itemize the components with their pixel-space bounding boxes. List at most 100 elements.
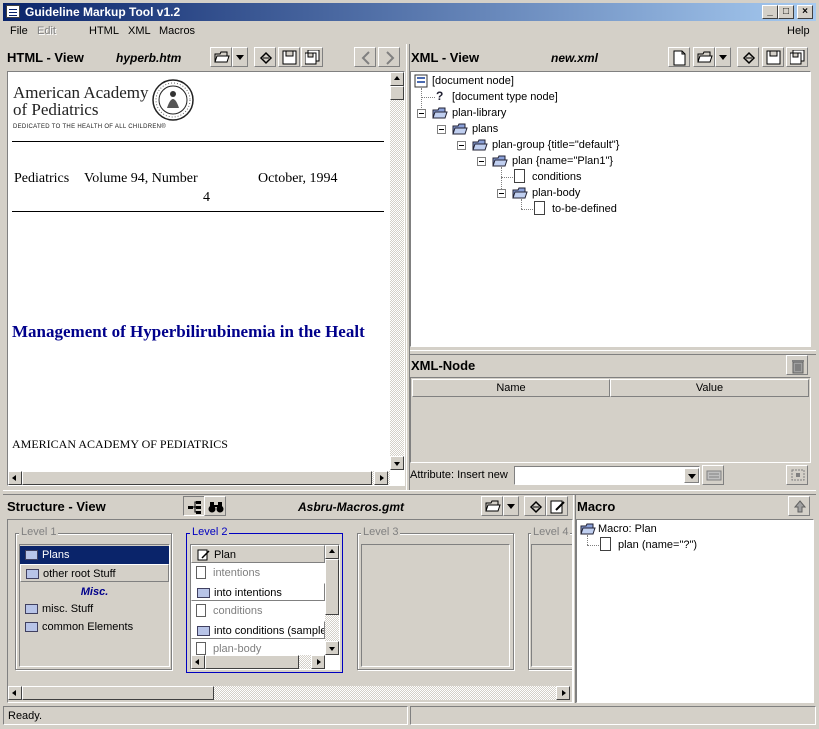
level1-item-misc[interactable]: misc. Stuff [20,600,169,618]
level1-item-common[interactable]: common Elements [20,618,169,636]
xml-open-button[interactable] [693,47,715,67]
title-bar: Guideline Markup Tool v1.2 _ □ × [3,3,816,21]
level1-item-other[interactable]: other root Stuff [20,564,169,582]
logo-text-line2: of Pediatrics [13,100,99,119]
level2-list: Plan intentions into intentions conditio… [190,544,340,670]
tree-conditions[interactable]: conditions [532,171,582,183]
save-as-button[interactable] [301,47,323,67]
tree-plan[interactable]: plan {name="Plan1"} [512,155,613,167]
attribute-dropdown-button[interactable] [684,468,699,483]
macro-root[interactable]: Macro: Plan [598,523,657,535]
column-value[interactable]: Value [610,379,809,397]
expander-plan-body[interactable] [497,189,506,198]
save-button[interactable] [278,47,300,67]
open-folder-icon [697,51,713,63]
tree-structure-icon [188,501,201,514]
tree-document-node[interactable]: [document node] [432,75,514,87]
upload-icon [793,500,807,513]
expander-plan-library[interactable] [417,109,426,118]
document-icon [534,201,545,215]
menu-html[interactable]: HTML [89,25,119,37]
tree-plan-group[interactable]: plan-group {title="default"} [492,139,619,151]
insert-attribute-button[interactable] [702,465,724,485]
minimize-button[interactable]: _ [762,5,778,19]
close-button[interactable]: × [797,5,813,19]
open-button[interactable] [210,47,232,67]
level2-item-into-conditions[interactable]: into conditions (samples [191,621,325,639]
tree-plan-body[interactable]: plan-body [532,187,580,199]
structure-edit-button[interactable] [546,496,568,516]
level2-vscroll-down[interactable] [325,641,339,655]
tree-plan-library[interactable]: plan-library [452,107,506,119]
macro-child[interactable]: plan (name="?") [618,539,697,551]
level2-hscroll-right[interactable] [311,655,325,669]
level2-hscroll-left[interactable] [191,655,205,669]
maximize-button[interactable]: □ [778,5,794,19]
html-hscroll-right[interactable] [374,471,388,485]
back-button[interactable] [354,47,376,67]
level2-item-conditions[interactable]: conditions [191,602,325,620]
menu-help[interactable]: Help [787,25,810,37]
transform-icon [742,51,756,65]
window-title: Guideline Markup Tool v1.2 [25,5,181,19]
menu-macros[interactable]: Macros [159,25,195,37]
document-icon [196,642,206,655]
structure-hscroll-right[interactable] [556,686,570,700]
folder-open-icon [432,107,448,119]
xml-view-title: XML - View [411,50,480,65]
xml-open-dropdown[interactable] [715,47,731,67]
html-vscroll-up[interactable] [390,72,404,86]
structure-view-panel: Structure - View Asbru-Macros.gmt Level … [3,495,573,703]
expander-plans[interactable] [437,125,446,134]
menu-file[interactable]: File [10,25,28,37]
column-name[interactable]: Name [412,379,610,397]
delete-node-button[interactable] [786,355,808,375]
structure-open-button[interactable] [481,496,503,516]
level1-item-plans[interactable]: Plans [20,546,169,564]
chevron-down-icon [507,504,515,509]
xml-save-button[interactable] [762,47,784,67]
menu-edit[interactable]: Edit [37,25,56,37]
level2-vscroll-thumb[interactable] [325,559,339,615]
refresh-button[interactable] [254,47,276,67]
attribute-combobox[interactable] [514,466,700,485]
tree-plans[interactable]: plans [472,123,498,135]
structure-open-dropdown[interactable] [503,496,519,516]
chevron-down-icon [719,55,727,60]
edit-icon [550,500,565,514]
folder-icon [26,569,39,579]
xml-transform-button[interactable] [737,47,759,67]
folder-open-icon [580,523,596,535]
html-vscroll-down[interactable] [390,456,404,470]
html-hscroll-thumb[interactable] [22,471,372,485]
level2-vscroll-up[interactable] [325,545,339,559]
expander-plan[interactable] [477,157,486,166]
structure-hscroll-left[interactable] [8,686,22,700]
html-vscroll-track[interactable] [390,72,404,470]
apply-icon [791,469,805,481]
html-hscroll-left[interactable] [8,471,22,485]
html-vscroll-thumb[interactable] [390,86,404,100]
article-headline[interactable]: Management of Hyperbilirubinemia in the … [12,322,365,342]
apply-attribute-button[interactable] [786,465,808,485]
new-xml-button[interactable] [668,47,690,67]
structure-hscroll-thumb[interactable] [22,686,214,700]
find-button[interactable] [204,496,226,516]
expander-plan-group[interactable] [457,141,466,150]
level2-hscroll-thumb[interactable] [205,655,299,669]
xml-save-as-button[interactable] [786,47,808,67]
tree-toggle-button[interactable] [183,496,205,516]
macro-export-button[interactable] [788,496,810,516]
forward-button[interactable] [378,47,400,67]
divider-bottom [12,211,384,212]
level2-item-into-intentions[interactable]: into intentions [191,583,325,601]
level1-list: Plans other root Stuff Misc. misc. Stuff… [19,544,170,667]
open-dropdown-button[interactable] [232,47,248,67]
tree-to-be-defined[interactable]: to-be-defined [552,203,617,215]
new-document-icon [673,50,686,66]
menu-xml[interactable]: XML [128,25,151,37]
structure-transform-button[interactable] [524,496,546,516]
tree-doctype-node[interactable]: [document type node] [452,91,558,103]
level2-item-plan[interactable]: Plan [191,545,325,563]
level2-item-intentions[interactable]: intentions [191,564,325,582]
